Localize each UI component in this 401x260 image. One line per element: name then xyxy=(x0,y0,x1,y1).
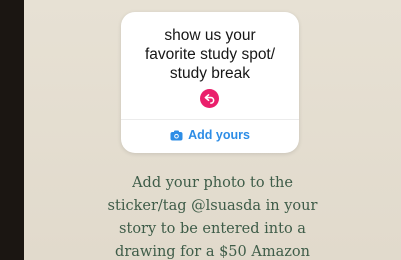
add-yours-label: Add yours xyxy=(188,128,250,142)
reply-arrow-icon[interactable] xyxy=(200,89,219,108)
camera-icon xyxy=(170,130,183,141)
story-background: show us your favorite study spot/ study … xyxy=(24,0,401,260)
story-caption: Add your photo to the sticker/tag @lsuas… xyxy=(107,175,318,260)
add-yours-sticker[interactable]: show us your favorite study spot/ study … xyxy=(121,12,299,153)
add-yours-button[interactable]: Add yours xyxy=(121,125,299,145)
sticker-prompt: show us your favorite study spot/ study … xyxy=(144,27,276,82)
sticker-divider xyxy=(121,119,299,120)
